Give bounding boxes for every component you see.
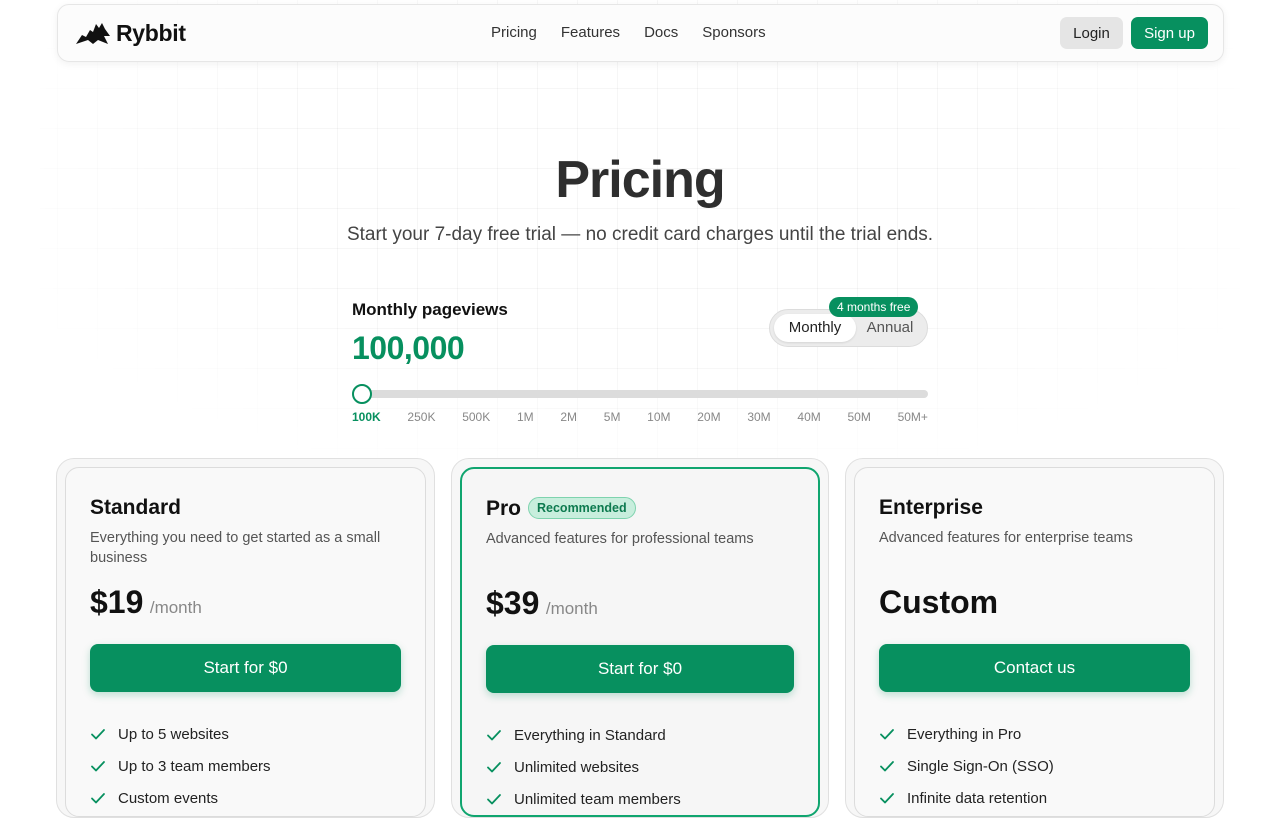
slider-tick[interactable]: 5M: [604, 410, 621, 424]
slider-tick[interactable]: 30M: [747, 410, 770, 424]
contact-us-button[interactable]: Contact us: [879, 644, 1190, 692]
price-period: /month: [545, 599, 598, 618]
brand-logo[interactable]: Rybbit: [75, 19, 186, 47]
check-icon: [880, 793, 894, 804]
feature-label: Single Sign-On (SSO): [907, 757, 1054, 775]
plan-card-inner: Enterprise Advanced features for enterpr…: [854, 467, 1215, 817]
check-icon: [487, 762, 501, 773]
signup-button[interactable]: Sign up: [1131, 17, 1208, 49]
feature-item: Everything in Standard: [486, 719, 681, 751]
check-icon: [880, 729, 894, 740]
nav-link-docs[interactable]: Docs: [644, 24, 678, 41]
plan-name: Standard: [90, 496, 182, 519]
pageviews-slider-thumb[interactable]: [352, 384, 372, 404]
plan-price: $19 /month: [90, 584, 202, 621]
feature-item: Everything in Pro: [879, 718, 1054, 750]
feature-item: Up to 3 team members: [90, 750, 271, 782]
start-trial-button[interactable]: Start for $0: [486, 645, 794, 693]
plan-description: Advanced features for professional teams: [486, 531, 754, 547]
feature-item: Custom events: [90, 782, 271, 814]
feature-label: Unlimited websites: [514, 758, 640, 776]
slider-tick[interactable]: 10M: [647, 410, 670, 424]
price-amount: $19: [90, 584, 144, 620]
slider-tick[interactable]: 40M: [797, 410, 820, 424]
recommended-badge: Recommended: [528, 497, 636, 519]
feature-label: Everything in Standard: [514, 726, 666, 744]
check-icon: [91, 729, 105, 740]
rabbit-logo-icon: [76, 23, 110, 44]
feature-label: Up to 5 websites: [118, 725, 229, 743]
feature-label: Everything in Pro: [907, 725, 1022, 743]
nav-link-pricing[interactable]: Pricing: [491, 24, 537, 41]
pageviews-value: 100,000: [352, 330, 465, 366]
pageviews-label: Monthly pageviews: [352, 300, 508, 319]
feature-label: Unlimited team members: [514, 790, 681, 808]
plan-card-inner: Standard Everything you need to get star…: [65, 467, 426, 817]
check-icon: [487, 794, 501, 805]
feature-label: Custom events: [118, 789, 219, 807]
billing-annual-option[interactable]: Annual: [860, 314, 920, 342]
slider-tick[interactable]: 500K: [462, 410, 490, 424]
plan-name: Pro: [486, 497, 522, 520]
plan-price: Custom: [879, 584, 999, 620]
slider-tick[interactable]: 1M: [517, 410, 534, 424]
feature-label: Infinite data retention: [907, 789, 1048, 807]
plan-description: Advanced features for enterprise teams: [879, 530, 1133, 546]
plan-card-inner: Pro Recommended Advanced features for pr…: [460, 467, 820, 817]
plan-name: Enterprise: [879, 496, 983, 519]
feature-item: Single Sign-On (SSO): [879, 750, 1054, 782]
slider-tick[interactable]: 250K: [407, 410, 435, 424]
login-button[interactable]: Login: [1060, 17, 1123, 49]
feature-label: Up to 3 team members: [118, 757, 271, 775]
slider-tick[interactable]: 50M+: [898, 410, 928, 424]
plan-card-enterprise: Enterprise Advanced features for enterpr…: [845, 458, 1224, 818]
plan-card-pro: Pro Recommended Advanced features for pr…: [451, 458, 829, 818]
page-subtitle: Start your 7-day free trial — no credit …: [346, 224, 934, 245]
nav-links: Pricing Features Docs Sponsors: [491, 24, 766, 41]
page-title: Pricing: [555, 151, 725, 209]
start-trial-button[interactable]: Start for $0: [90, 644, 401, 692]
check-icon: [91, 761, 105, 772]
slider-tick[interactable]: 20M: [697, 410, 720, 424]
nav-link-sponsors[interactable]: Sponsors: [702, 24, 765, 41]
check-icon: [880, 761, 894, 772]
feature-item: Unlimited websites: [486, 751, 681, 783]
top-navbar: Rybbit Pricing Features Docs Sponsors Lo…: [57, 4, 1224, 62]
price-amount: $39: [486, 585, 540, 621]
billing-monthly-option[interactable]: Monthly: [774, 314, 856, 342]
pageviews-slider-ticks: 100K 250K 500K 1M 2M 5M 10M 20M 30M 40M …: [352, 410, 928, 424]
annual-promo-badge: 4 months free: [829, 297, 919, 317]
check-icon: [91, 793, 105, 804]
brand-name: Rybbit: [116, 19, 186, 46]
feature-item: Up to 5 websites: [90, 718, 271, 750]
slider-tick[interactable]: 2M: [560, 410, 577, 424]
price-period: /month: [149, 598, 202, 617]
slider-tick[interactable]: 50M: [847, 410, 870, 424]
pageviews-slider-track[interactable]: [352, 390, 928, 398]
plan-card-standard: Standard Everything you need to get star…: [56, 458, 435, 818]
plan-description: Everything you need to get started as a …: [90, 530, 381, 566]
slider-tick[interactable]: 100K: [352, 410, 381, 424]
feature-list: Everything in Standard Unlimited website…: [486, 719, 681, 815]
nav-link-features[interactable]: Features: [561, 24, 620, 41]
feature-item: Infinite data retention: [879, 782, 1054, 814]
check-icon: [487, 730, 501, 741]
feature-item: Unlimited team members: [486, 783, 681, 815]
plan-price: $39 /month: [486, 585, 598, 622]
